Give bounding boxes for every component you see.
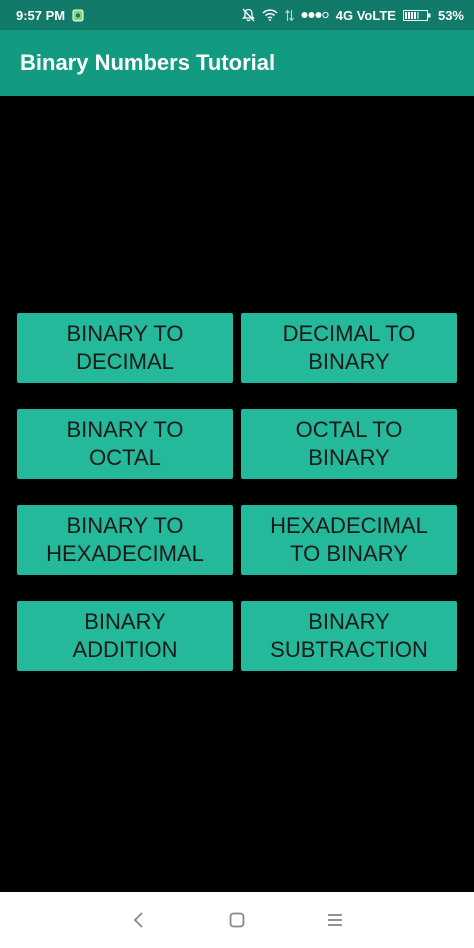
network-type: 4G VoLTE xyxy=(335,7,396,23)
decimal-to-binary-button[interactable]: DECIMAL TO BINARY xyxy=(241,313,457,383)
hexadecimal-to-binary-button[interactable]: HEXADECIMAL TO BINARY xyxy=(241,505,457,575)
binary-to-octal-button[interactable]: BINARY TO OCTAL xyxy=(17,409,233,479)
mute-icon xyxy=(241,8,255,22)
app-bar: Binary Numbers Tutorial xyxy=(0,30,474,96)
octal-to-binary-button[interactable]: OCTAL TO BINARY xyxy=(241,409,457,479)
app-title: Binary Numbers Tutorial xyxy=(20,50,276,75)
binary-subtraction-button[interactable]: BINARY SUBTRACTION xyxy=(241,601,457,671)
home-icon[interactable] xyxy=(223,906,251,934)
wifi-icon xyxy=(262,9,278,21)
status-time: 9:57 PM xyxy=(16,7,66,23)
binary-to-decimal-button[interactable]: BINARY TO DECIMAL xyxy=(17,313,233,383)
menu-icon[interactable] xyxy=(321,906,349,934)
app-notification-icon xyxy=(72,9,84,22)
menu-grid: BINARY TO DECIMAL DECIMAL TO BINARY BINA… xyxy=(17,313,457,671)
navigation-bar xyxy=(0,892,474,948)
battery-percent: 53% xyxy=(437,7,464,23)
binary-to-hexadecimal-button[interactable]: BINARY TO HEXADECIMAL xyxy=(17,505,233,575)
battery-icon xyxy=(402,9,431,21)
status-bar: 9:57 PM 4G VoLTE 53% xyxy=(0,0,474,30)
back-icon[interactable] xyxy=(125,906,153,934)
signal-dots-icon xyxy=(301,11,329,19)
data-icon xyxy=(284,9,294,22)
binary-addition-button[interactable]: BINARY ADDITION xyxy=(17,601,233,671)
